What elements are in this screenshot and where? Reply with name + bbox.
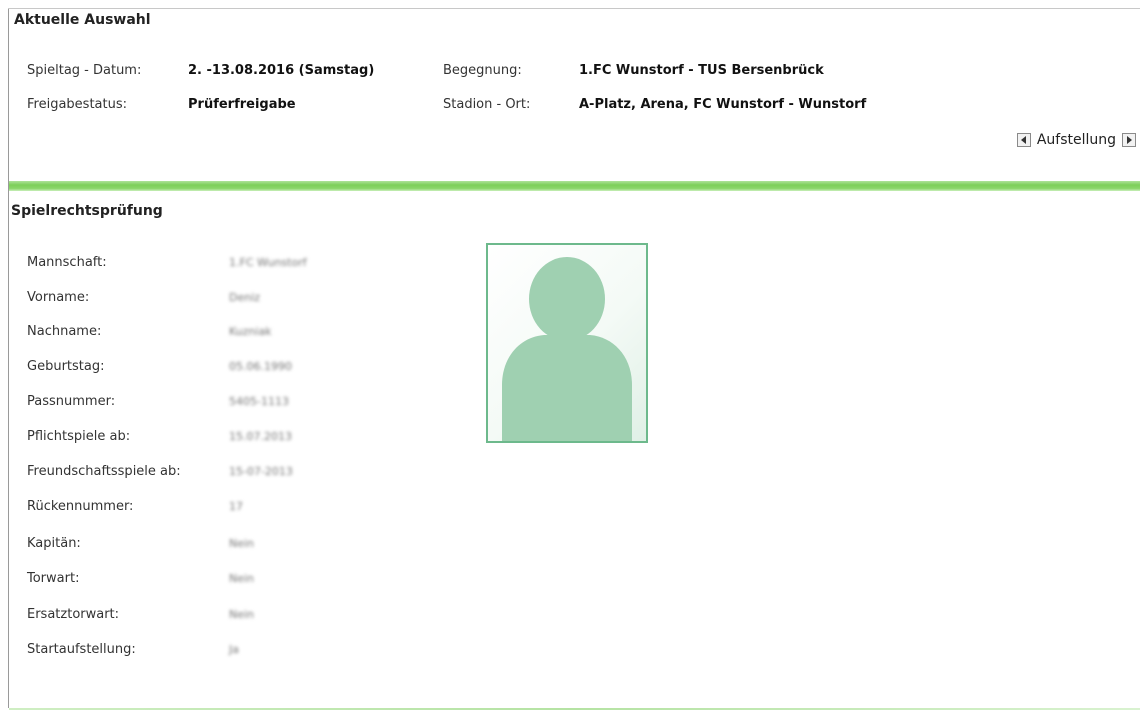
team-label: Mannschaft: <box>27 255 107 270</box>
last-name-label: Nachname: <box>27 324 102 339</box>
backup-goalkeeper-value: Nein <box>229 608 255 621</box>
goalkeeper-label: Torwart: <box>27 571 80 586</box>
release-status-label: Freigabestatus: <box>27 97 127 112</box>
first-name-value: Deniz <box>229 291 261 304</box>
starting-lineup-label: Startaufstellung: <box>27 642 136 657</box>
fixture-label: Begegnung: <box>443 63 522 78</box>
current-selection-title: Aktuelle Auswahl <box>14 12 151 28</box>
release-status-value: Prüferfreigabe <box>188 97 296 112</box>
lineup-nav-label[interactable]: Aufstellung <box>1037 132 1116 148</box>
backup-goalkeeper-label: Ersatztorwart: <box>27 607 120 622</box>
bottom-border <box>9 708 1140 710</box>
section-divider-bar <box>9 181 1140 191</box>
lineup-navigation: Aufstellung <box>1016 130 1136 150</box>
stadium-value: A-Platz, Arena, FC Wunstorf - Wunstorf <box>579 97 867 112</box>
last-name-value: Kuzniak <box>229 325 272 338</box>
goalkeeper-value: Nein <box>229 572 255 585</box>
friendly-from-label: Freundschaftsspiele ab: <box>27 464 181 479</box>
stadium-label: Stadion - Ort: <box>443 97 531 112</box>
competitive-from-value: 15.07.2013 <box>229 430 292 443</box>
friendly-from-value: 15-07-2013 <box>229 465 293 478</box>
frame-top-border <box>8 8 1140 9</box>
team-value: 1.FC Wunstorf <box>229 256 307 269</box>
jersey-number-label: Rückennummer: <box>27 499 134 514</box>
pass-number-value: 5405-1113 <box>229 395 289 408</box>
first-name-label: Vorname: <box>27 290 90 305</box>
eligibility-title: Spielrechtsprüfung <box>11 203 163 219</box>
fixture-value: 1.FC Wunstorf - TUS Bersenbrück <box>579 63 824 78</box>
player-photo <box>486 243 648 443</box>
matchday-label: Spieltag - Datum: <box>27 63 142 78</box>
birthday-label: Geburtstag: <box>27 359 105 374</box>
birthday-value: 05.06.1990 <box>229 360 292 373</box>
competitive-from-label: Pflichtspiele ab: <box>27 429 131 444</box>
triangle-right-icon[interactable] <box>1122 133 1136 147</box>
captain-value: Nein <box>229 537 255 550</box>
captain-label: Kapitän: <box>27 536 81 551</box>
frame-left-border <box>8 8 9 708</box>
matchday-value: 2. -13.08.2016 (Samstag) <box>188 63 375 78</box>
starting-lineup-value: Ja <box>229 643 239 656</box>
triangle-left-icon[interactable] <box>1016 133 1031 147</box>
player-silhouette-icon <box>502 257 632 441</box>
pass-number-label: Passnummer: <box>27 394 116 409</box>
jersey-number-value: 17 <box>229 500 243 513</box>
